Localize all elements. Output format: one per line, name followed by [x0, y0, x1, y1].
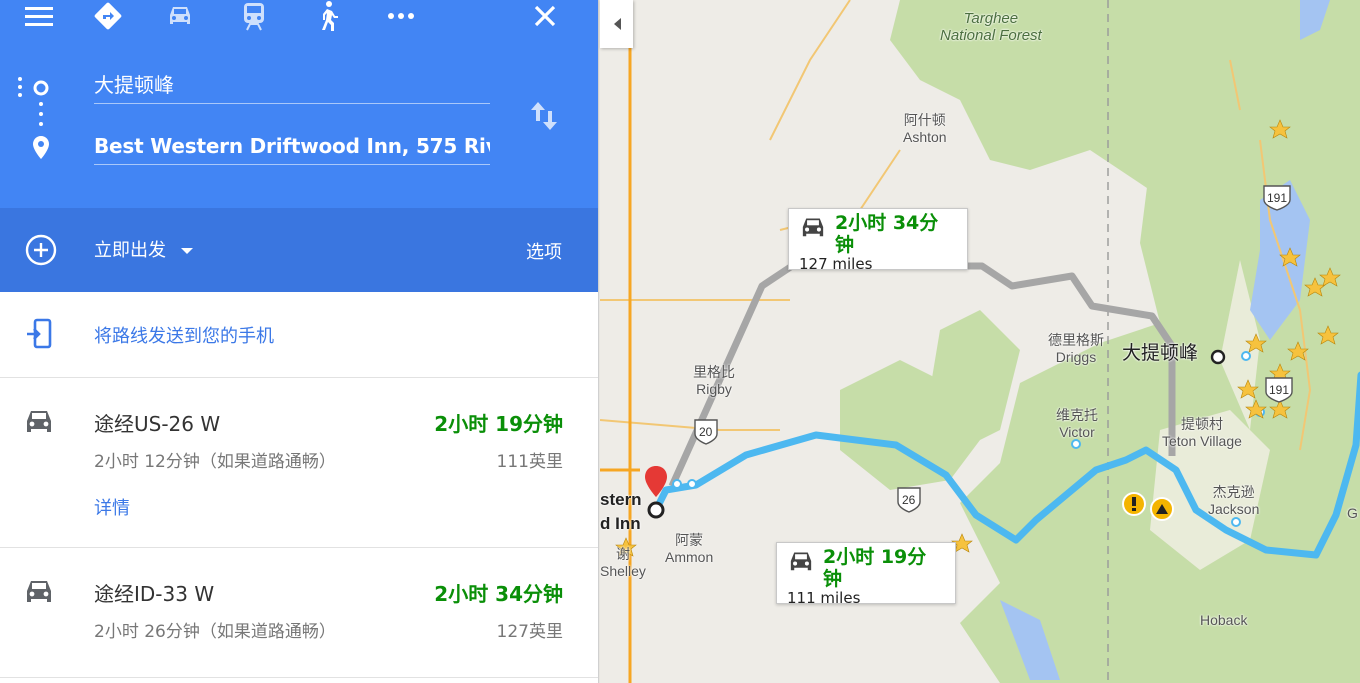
directions-header: 大提顿峰 Best Western Driftwood Inn, 575 Riv… [0, 0, 598, 208]
hoback-label: Hoback [1200, 612, 1248, 628]
shield-number: 20 [699, 425, 713, 439]
destination-marker [647, 501, 665, 519]
origin-marker[interactable] [1210, 349, 1226, 365]
map-edge-label: G [1347, 505, 1358, 521]
route-callout-us26[interactable]: 2小时 19分钟 111 miles [776, 542, 956, 607]
swap-arrows-icon[interactable] [530, 100, 558, 136]
directions-diamond-icon[interactable] [90, 0, 126, 32]
route-name: 途经US-26 W [94, 412, 221, 436]
route-dots-icon [33, 80, 49, 159]
shelley-label: 谢 Shelley [600, 546, 646, 579]
route-name: 途经ID-33 W [94, 582, 215, 606]
teton-village-label: 提顿村 Teton Village [1162, 416, 1242, 449]
drag-handle-icon[interactable] [17, 76, 23, 98]
route-traffic-free-duration: 2小时 12分钟（如果道路通畅） [94, 452, 336, 472]
car-icon [24, 408, 54, 438]
map-base [599, 0, 1360, 683]
callout-distance: 111 miles [787, 589, 861, 607]
add-circle-icon[interactable] [24, 233, 58, 271]
route-node [1071, 439, 1081, 449]
route-node [1231, 517, 1241, 527]
destination-label: stern d Inn [600, 490, 642, 533]
callout-distance: 127 miles [799, 255, 873, 273]
incident-warning-glyph [1132, 508, 1136, 511]
shield-number: 191 [1269, 383, 1290, 397]
targhee-forest-label: Targhee National Forest [940, 10, 1042, 44]
route-distance: 127英里 [496, 622, 563, 642]
route-distance: 111英里 [496, 452, 563, 472]
map-canvas[interactable]: 20 26 191 191 Targhee National Forest 阿什… [599, 0, 1360, 683]
callout-duration: 2小时 19分钟 [823, 546, 927, 590]
send-to-phone-row[interactable] [0, 292, 598, 378]
route-option-id33[interactable]: 途经ID-33 W 2小时 34分钟 2小时 26分钟（如果道路通畅） 127英… [0, 548, 598, 678]
grand-teton-label: 大提顿峰 [1122, 343, 1199, 364]
callout-duration: 2小时 34分钟 [835, 212, 939, 256]
train-icon[interactable] [236, 0, 272, 32]
destination-input[interactable]: Best Western Driftwood Inn, 575 River P [94, 129, 490, 165]
route-duration: 2小时 34分钟 [434, 582, 563, 606]
route-node [1241, 351, 1251, 361]
close-x-icon[interactable] [527, 0, 563, 32]
depart-label: 立即出发 [94, 240, 166, 261]
depart-time-select[interactable]: 立即出发 [94, 236, 194, 262]
route-traffic-free-duration: 2小时 26分钟（如果道路通畅） [94, 622, 336, 642]
send-to-phone-icon [25, 318, 53, 354]
origin-input[interactable]: 大提顿峰 [94, 68, 490, 104]
rigby-label: 里格比 Rigby [693, 364, 735, 397]
hamburger-menu-icon[interactable] [21, 0, 57, 32]
collapse-panel-button[interactable] [600, 0, 633, 48]
incident-warning-glyph [1132, 497, 1136, 506]
more-dots-icon[interactable] [383, 0, 419, 32]
victor-label: 维克托 Victor [1056, 407, 1098, 440]
options-button[interactable]: 选项 [526, 238, 562, 264]
ammon-label: 阿蒙 Ammon [665, 532, 714, 565]
shield-number: 26 [902, 493, 916, 507]
car-icon [790, 552, 812, 571]
car-icon [24, 578, 54, 608]
caret-left-icon [613, 18, 621, 30]
driggs-label: 德里格斯 Driggs [1048, 332, 1104, 365]
route-node [672, 479, 682, 489]
caret-down-icon [180, 248, 193, 254]
route-node [687, 479, 697, 489]
depart-options-bar [0, 208, 598, 292]
route-callout-id33[interactable]: 2小时 34分钟 127 miles [788, 208, 968, 273]
route-duration: 2小时 19分钟 [434, 412, 563, 436]
walking-person-icon[interactable] [310, 0, 346, 32]
directions-panel: 大提顿峰 Best Western Driftwood Inn, 575 Riv… [0, 0, 599, 683]
send-to-phone-link[interactable]: 将路线发送到您的手机 [94, 322, 274, 348]
ashton-label: 阿什顿 Ashton [903, 112, 947, 145]
shield-number: 191 [1267, 191, 1288, 205]
jackson-label: 杰克逊 Jackson [1208, 484, 1260, 517]
route-option-us26[interactable]: 途经US-26 W 2小时 19分钟 2小时 12分钟（如果道路通畅） 111英… [0, 378, 598, 548]
car-icon [802, 218, 824, 237]
route-details-link[interactable]: 详情 [94, 494, 130, 520]
car-mode-icon[interactable] [162, 0, 198, 32]
